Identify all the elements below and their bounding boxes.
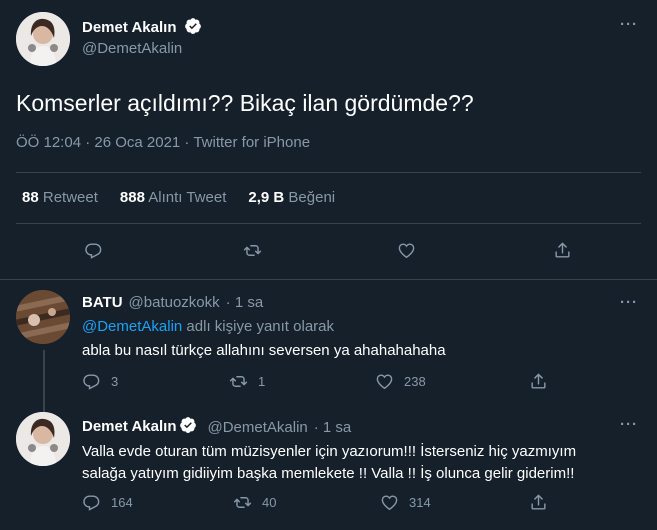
tweet-text-line: Valla evde oturan tüm müzisyenler için y… <box>82 443 577 460</box>
divider <box>16 172 641 173</box>
likes-stat[interactable]: 2,9 B Beğeni <box>248 189 335 206</box>
author-name[interactable]: Demet Akalın <box>82 17 202 39</box>
reply-count: 164 <box>111 495 133 510</box>
author-name-text[interactable]: Demet Akalın <box>82 418 176 435</box>
quotes-stat[interactable]: 888 Alıntı Tweet <box>120 189 226 206</box>
author-handle[interactable]: @DemetAkalin <box>82 40 182 57</box>
author-handle[interactable]: @DemetAkalin <box>207 419 307 436</box>
retweets-count: 88 <box>22 189 39 206</box>
share-button[interactable] <box>529 493 548 512</box>
tweet-text-line: salağa yatıyım gidiiyim başka memlekete … <box>82 465 575 482</box>
reply-to-link[interactable]: @DemetAkalin <box>82 318 182 335</box>
share-icon <box>555 242 570 258</box>
reply-icon <box>83 495 100 511</box>
author-handle[interactable]: @batuozkokk <box>129 294 220 311</box>
more-icon[interactable]: ··· <box>620 294 638 311</box>
reply-context: @DemetAkalin adlı kişiye yanıt olarak <box>82 318 334 335</box>
retweet-icon <box>243 245 262 256</box>
tweet-stats: 88 Retweet 888 Alıntı Tweet 2,9 B Beğeni <box>22 189 335 206</box>
author-name-text[interactable]: Demet Akalın <box>82 19 176 36</box>
reply-header: BATU @batuozkokk · 1 sa <box>82 294 263 311</box>
avatar[interactable] <box>16 12 70 66</box>
divider <box>0 279 657 280</box>
author-name[interactable]: Demet Akalın <box>82 416 197 438</box>
reply-button[interactable] <box>84 241 103 260</box>
more-icon[interactable]: ··· <box>620 416 638 433</box>
likes-label: Beğeni <box>288 189 336 206</box>
reply-header: Demet Akalın @DemetAkalin · 1 sa <box>82 416 351 438</box>
quotes-count: 888 <box>119 189 145 206</box>
tweet-meta[interactable]: ÖÖ 12:04 · 26 Oca 2021 · Twitter for iPh… <box>16 134 310 151</box>
like-count: 314 <box>409 495 431 510</box>
tweet-time[interactable]: · 1 sa <box>226 294 264 311</box>
reply-button[interactable]: 164 <box>82 493 133 512</box>
verified-badge-icon <box>184 17 202 39</box>
tweet-text: abla bu nasıl türkçe allahını seversen y… <box>82 342 446 359</box>
thread-line <box>43 350 45 414</box>
tweet-text: Valla evde oturan tüm müzisyenler için y… <box>82 441 576 485</box>
share-icon <box>531 373 546 389</box>
more-icon[interactable]: ··· <box>620 16 638 33</box>
likes-count: 2,9 B <box>248 189 285 206</box>
reply-to-suffix: adlı kişiye yanıt olarak <box>182 318 335 335</box>
author-name[interactable]: BATU <box>82 294 123 311</box>
tweet-time[interactable]: · 1 sa <box>314 419 352 436</box>
retweets-label: Retweet <box>42 189 98 206</box>
reply-button[interactable]: 3 <box>82 372 118 391</box>
retweet-count: 40 <box>262 495 277 510</box>
like-icon <box>398 243 415 259</box>
quotes-label: Alıntı Tweet <box>148 189 227 206</box>
like-button[interactable]: 314 <box>380 493 431 512</box>
retweets-stat[interactable]: 88 Retweet <box>22 189 98 206</box>
retweet-button[interactable] <box>243 241 262 260</box>
like-button[interactable] <box>397 241 416 260</box>
verified-badge-icon <box>179 416 197 438</box>
share-button[interactable] <box>529 372 548 391</box>
share-icon <box>531 494 546 510</box>
retweet-icon <box>229 376 248 387</box>
avatar[interactable] <box>16 290 70 344</box>
retweet-count: 1 <box>258 374 266 389</box>
avatar[interactable] <box>16 412 70 466</box>
reply-count: 3 <box>111 374 119 389</box>
retweet-button[interactable]: 40 <box>233 493 276 512</box>
retweet-button[interactable]: 1 <box>229 372 265 391</box>
reply-icon <box>85 243 102 259</box>
tweet-text: Komserler açıldımı?? Bikaç ilan gördümde… <box>16 90 474 116</box>
like-icon <box>381 495 398 511</box>
like-button[interactable]: 238 <box>375 372 426 391</box>
divider <box>16 223 641 224</box>
like-icon <box>376 374 393 390</box>
reply-icon <box>83 374 100 390</box>
like-count: 238 <box>404 374 426 389</box>
share-button[interactable] <box>553 241 572 260</box>
retweet-icon <box>233 497 252 508</box>
